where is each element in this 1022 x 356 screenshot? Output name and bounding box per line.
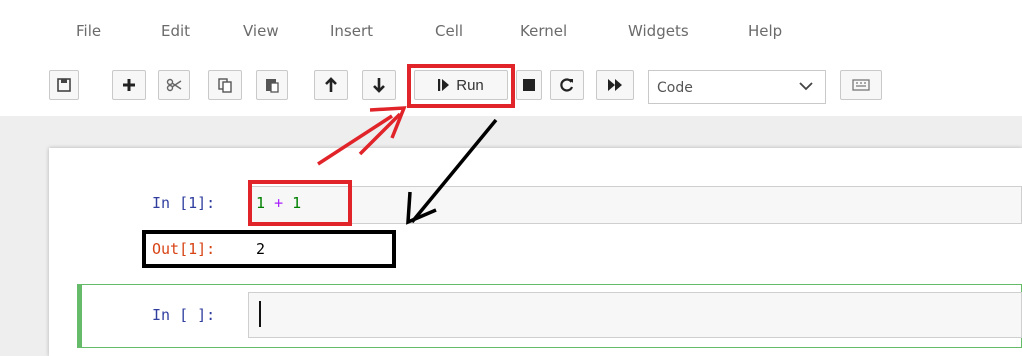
red-arrow-line-1 <box>317 114 393 166</box>
annotation-arrows <box>317 106 498 225</box>
red-arrowhead <box>369 106 407 139</box>
black-arrow-line <box>410 118 498 224</box>
